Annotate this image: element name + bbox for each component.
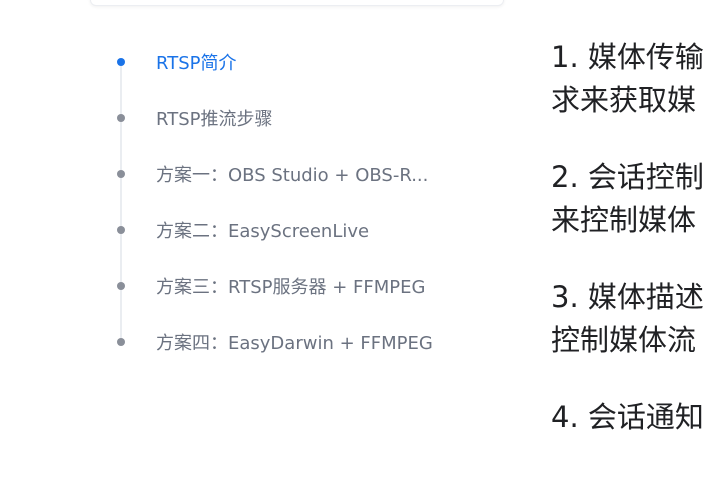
toc-item-label: 方案一：OBS Studio + OBS-R... bbox=[156, 165, 429, 186]
toc-dot-icon bbox=[117, 170, 125, 178]
table-of-contents: RTSP简介 RTSP推流步骤 方案一：OBS Studio + OBS-R..… bbox=[112, 34, 492, 364]
paragraph-line: 控制媒体流 bbox=[551, 323, 697, 357]
toc-item-plan-1[interactable]: 方案一：OBS Studio + OBS-R... bbox=[112, 146, 492, 202]
paragraph-line: 4. 会话通知 bbox=[551, 400, 704, 434]
toc-item-plan-4[interactable]: 方案四：EasyDarwin + FFMPEG bbox=[112, 314, 492, 370]
toc-item-label: RTSP推流步骤 bbox=[156, 109, 273, 130]
toc-item-rtsp-intro[interactable]: RTSP简介 bbox=[112, 34, 492, 90]
paragraph-line: 1. 媒体传输 bbox=[551, 40, 704, 74]
article-paragraph: 3. 媒体描述 控制媒体流 bbox=[551, 276, 718, 362]
toc-dot-icon bbox=[117, 114, 125, 122]
toc-dot-icon bbox=[117, 282, 125, 290]
paragraph-line: 求来获取媒 bbox=[551, 83, 697, 117]
toc-dot-icon bbox=[117, 338, 125, 346]
toc-item-plan-3[interactable]: 方案三：RTSP服务器 + FFMPEG bbox=[112, 258, 492, 314]
article-paragraph: 1. 媒体传输 求来获取媒 bbox=[551, 36, 718, 122]
toc-item-label: 方案四：EasyDarwin + FFMPEG bbox=[156, 333, 433, 354]
toc-item-rtsp-push-steps[interactable]: RTSP推流步骤 bbox=[112, 90, 492, 146]
page: RTSP简介 RTSP推流步骤 方案一：OBS Studio + OBS-R..… bbox=[0, 0, 718, 502]
paragraph-line: 来控制媒体 bbox=[551, 203, 697, 237]
toc-item-plan-2[interactable]: 方案二：EasyScreenLive bbox=[112, 202, 492, 258]
top-card bbox=[90, 0, 504, 6]
toc-item-label: 方案二：EasyScreenLive bbox=[156, 221, 370, 242]
toc-item-label: RTSP简介 bbox=[156, 53, 237, 74]
article-paragraph: 2. 会话控制 来控制媒体 bbox=[551, 156, 718, 242]
toc-dot-icon bbox=[117, 58, 125, 66]
paragraph-line: 2. 会话控制 bbox=[551, 160, 704, 194]
toc-item-label: 方案三：RTSP服务器 + FFMPEG bbox=[156, 277, 426, 298]
toc-dot-icon bbox=[117, 226, 125, 234]
article-content: 1. 媒体传输 求来获取媒 2. 会话控制 来控制媒体 3. 媒体描述 控制媒体… bbox=[551, 36, 718, 473]
article-paragraph: 4. 会话通知 bbox=[551, 396, 718, 439]
paragraph-line: 3. 媒体描述 bbox=[551, 280, 704, 314]
